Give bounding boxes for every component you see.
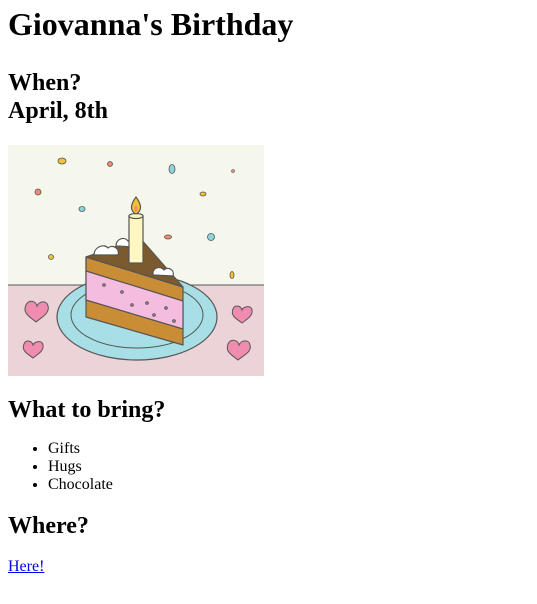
location-link[interactable]: Here! (8, 558, 44, 575)
birthday-cake-image (8, 145, 264, 376)
list-item: Gifts (48, 440, 529, 458)
bring-heading: What to bring? (8, 397, 166, 423)
list-item: Chocolate (48, 476, 529, 494)
list-item: Hugs (48, 458, 529, 476)
bring-list: Gifts Hugs Chocolate (8, 440, 529, 494)
when-heading: When? (8, 70, 82, 96)
event-date: April, 8th (8, 98, 109, 124)
page-title: Giovanna's Birthday (8, 6, 294, 42)
location-paragraph: Here! (8, 558, 529, 576)
page-body: Giovanna's Birthday When? April, 8th Wha… (0, 0, 537, 576)
candle-icon (128, 195, 144, 264)
where-heading: Where? (8, 513, 89, 539)
